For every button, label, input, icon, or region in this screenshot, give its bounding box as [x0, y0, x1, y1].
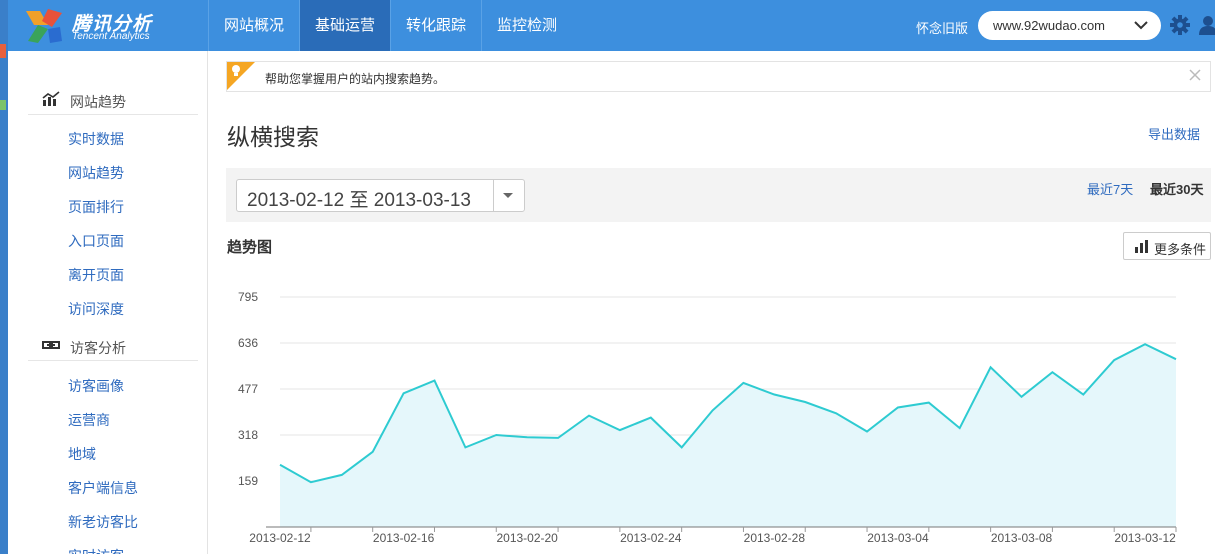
- x-tick-label: 2013-02-28: [744, 531, 806, 545]
- x-tick-label: 2013-03-08: [991, 531, 1053, 545]
- x-tick-label: 2013-02-24: [620, 531, 682, 545]
- sidebar-item-site-trend[interactable]: 网站趋势: [68, 163, 124, 183]
- trend-title: 趋势图: [227, 239, 273, 256]
- sidebar-section-title: 访客分析: [70, 340, 126, 356]
- trend-chart: 159 318 477 636 795 2013-02-12 2013-02-16 2013-…: [238, 290, 1177, 545]
- tencent-analytics-logo-icon: [26, 9, 62, 43]
- left-edge-strip: [0, 0, 8, 554]
- trend-chart-icon: [42, 91, 60, 106]
- sidebar-item-page-ranking[interactable]: 页面排行: [68, 197, 124, 217]
- y-tick-label: 159: [238, 474, 258, 488]
- sidebar-item-client-info[interactable]: 客户端信息: [68, 478, 138, 498]
- nav-tab-monitoring[interactable]: 监控检测: [481, 0, 572, 51]
- more-conditions-button[interactable]: 更多条件: [1123, 232, 1211, 260]
- date-start: 2013-02-12: [247, 190, 345, 211]
- sidebar-item-entry-pages[interactable]: 入口页面: [68, 231, 124, 251]
- more-conditions-label: 更多条件: [1154, 242, 1207, 257]
- sidebar: 网站趋势 实时数据 网站趋势 页面排行 入口页面 离开页面 访问深度 访客分析 …: [8, 51, 208, 554]
- lightbulb-icon: [232, 65, 240, 76]
- sidebar-section-visitor-analysis[interactable]: 访客分析: [28, 331, 198, 361]
- old-version-link[interactable]: 怀念旧版: [916, 18, 968, 37]
- nav-tab-overview[interactable]: 网站概况: [208, 0, 299, 51]
- sidebar-item-realtime[interactable]: 实时数据: [68, 129, 124, 149]
- sidebar-item-visitor-profile[interactable]: 访客画像: [68, 376, 124, 396]
- app-window: 腾讯分析 Tencent Analytics 网站概况 基础运营 转化跟踪 监控…: [0, 0, 1215, 554]
- nav-tab-conversion[interactable]: 转化跟踪: [390, 0, 481, 51]
- x-tick-label: 2013-02-16: [373, 531, 435, 545]
- y-tick-label: 795: [238, 290, 258, 304]
- x-tick-label: 2013-03-04: [867, 531, 929, 545]
- site-select[interactable]: www.92wudao.com: [978, 11, 1161, 40]
- date-range-bar: 2013-02-12 至 2013-03-13 最近7天 最近30天: [226, 168, 1211, 222]
- sidebar-item-region[interactable]: 地域: [68, 444, 96, 464]
- sidebar-item-exit-pages[interactable]: 离开页面: [68, 265, 124, 285]
- gear-icon[interactable]: [1169, 14, 1191, 36]
- sidebar-section-title: 网站趋势: [70, 94, 126, 110]
- x-tick-label: 2013-03-12: [1114, 531, 1176, 545]
- sidebar-item-carrier[interactable]: 运营商: [68, 410, 110, 430]
- sidebar-section-site-trend[interactable]: 网站趋势: [28, 85, 198, 115]
- brand-subtitle: Tencent Analytics: [72, 31, 150, 42]
- strip-marker-icon: [0, 100, 6, 110]
- quick-range-7-days[interactable]: 最近7天: [1087, 179, 1133, 198]
- page-title: 纵横搜索: [227, 124, 319, 150]
- sidebar-item-visit-depth[interactable]: 访问深度: [68, 299, 124, 319]
- nav-tab-basic-operations[interactable]: 基础运营: [299, 0, 391, 51]
- close-icon[interactable]: [1188, 68, 1202, 82]
- user-icon[interactable]: [1198, 14, 1215, 36]
- notice-text: 帮助您掌握用户的站内搜索趋势。: [265, 72, 446, 86]
- chevron-down-icon: [1134, 21, 1148, 30]
- brand-logo[interactable]: 腾讯分析 Tencent Analytics: [24, 7, 204, 45]
- site-select-value: www.92wudao.com: [993, 18, 1105, 33]
- sidebar-item-realtime-visitors[interactable]: 实时访客: [68, 546, 124, 554]
- y-tick-label: 636: [238, 336, 258, 350]
- date-range-picker[interactable]: 2013-02-12 至 2013-03-13: [236, 179, 525, 212]
- quick-range-30-days[interactable]: 最近30天: [1150, 179, 1203, 198]
- link-icon: [42, 341, 60, 349]
- strip-marker-icon: [0, 44, 6, 58]
- picker-divider: [493, 180, 494, 211]
- date-range-text: 2013-02-12 至 2013-03-13: [247, 185, 471, 212]
- bar-chart-icon: [1135, 240, 1148, 253]
- sidebar-item-new-vs-returning[interactable]: 新老访客比: [68, 512, 138, 532]
- y-tick-label: 477: [238, 382, 258, 396]
- main-nav: 网站概况 基础运营 转化跟踪 监控检测: [208, 0, 572, 51]
- caret-down-icon[interactable]: [503, 193, 513, 198]
- date-separator: 至: [349, 190, 369, 211]
- tip-notice: 帮助您掌握用户的站内搜索趋势。: [226, 61, 1211, 92]
- trend-area: [280, 344, 1176, 527]
- x-tick-label: 2013-02-20: [496, 531, 558, 545]
- x-tick-label: 2013-02-12: [249, 531, 311, 545]
- y-tick-label: 318: [238, 428, 258, 442]
- date-end: 2013-03-13: [373, 190, 471, 211]
- export-data-link[interactable]: 导出数据: [1148, 124, 1200, 143]
